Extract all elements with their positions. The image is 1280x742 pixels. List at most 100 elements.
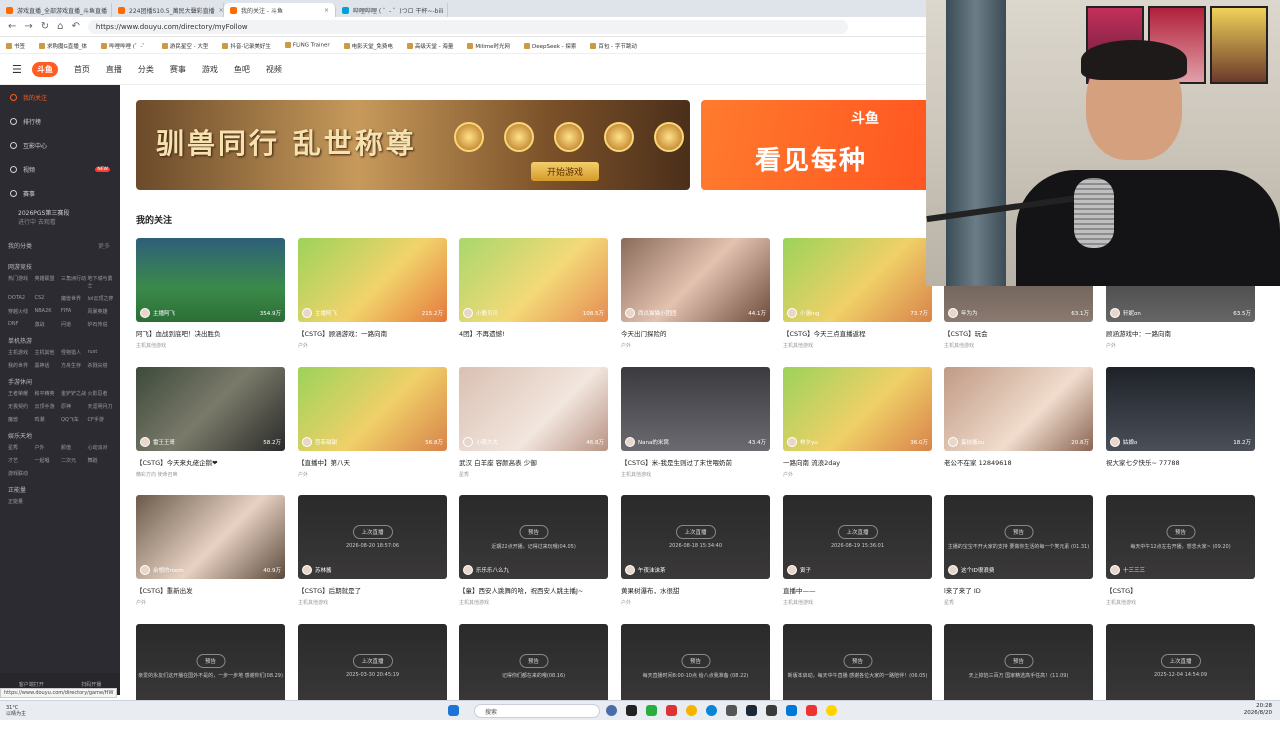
- stream-thumbnail[interactable]: 小鹿贝贝 108.5万: [459, 238, 608, 322]
- category-tag[interactable]: 地下城与勇士: [88, 275, 115, 289]
- bookmark-item[interactable]: 哔哩哔哩 (゜-゜: [101, 42, 148, 50]
- nav-video[interactable]: 视频: [266, 64, 282, 75]
- stream-card[interactable]: 蛋挞酱ou 20.8万 老公不在家 12849618: [944, 367, 1093, 485]
- category-tag[interactable]: CF手游: [88, 416, 115, 423]
- sidebar-item-rank[interactable]: 排行榜: [0, 109, 120, 133]
- stream-category[interactable]: 户外: [621, 342, 770, 349]
- stream-title[interactable]: 顾涵游戏中：一路向南: [1106, 328, 1255, 338]
- streamer-badge[interactable]: 小燕大大: [463, 437, 498, 447]
- category-tag[interactable]: 星秀: [8, 444, 35, 451]
- stream-card[interactable]: 上次直播 2025-03-30 20:45:19: [298, 624, 447, 742]
- stream-title[interactable]: 今天出门探险的: [621, 328, 770, 338]
- stream-thumbnail[interactable]: 余想的room 40.9万: [136, 495, 285, 579]
- stream-title[interactable]: 祝大家七夕快乐~ 77788: [1106, 457, 1255, 467]
- stream-card[interactable]: 预告 天上掉馅三百万 国家精选高手任高！(11.09): [944, 624, 1093, 742]
- close-icon[interactable]: ×: [324, 7, 329, 14]
- stream-card[interactable]: 预告 新版本启动，每天中午直播 感谢各位大家的一路陪伴！(06.05): [783, 624, 932, 742]
- edge-icon[interactable]: [706, 705, 717, 716]
- category-tag[interactable]: 我的世界: [8, 362, 35, 369]
- stream-card[interactable]: 预告 记得你们都在来的哦(08.16): [459, 624, 608, 742]
- promo-banner-game[interactable]: 驯兽同行 乱世称尊 开始游戏: [136, 100, 690, 190]
- stream-thumbnail[interactable]: 上次直播 2026-08-20 18:57:06 苏林酱: [298, 495, 447, 579]
- steam-icon[interactable]: [746, 705, 757, 716]
- stream-title[interactable]: 阿飞】血战到底吧！决出胜负: [136, 328, 285, 338]
- category-tag[interactable]: 热门游戏: [8, 275, 35, 289]
- category-tag[interactable]: 云顶手游: [35, 403, 62, 410]
- back-icon[interactable]: ←: [8, 21, 16, 32]
- bookmark-item[interactable]: 书签: [6, 42, 25, 50]
- stream-category[interactable]: 户外: [298, 342, 447, 349]
- category-tag[interactable]: 怪物猎人: [61, 349, 88, 356]
- stream-title[interactable]: 【CSTG】: [1106, 585, 1255, 595]
- stream-title[interactable]: 【CSTG】玩会: [944, 328, 1093, 338]
- stream-thumbnail[interactable]: 预告 主播的宝宝不开大家的支持 要做你生活的每一个笑元素 (01.31) 这个ID很…: [944, 495, 1093, 579]
- stream-card[interactable]: 余想的room 40.9万 【CSTG】重新出发 户外: [136, 495, 285, 613]
- stream-title[interactable]: 老公不在家 12849618: [944, 457, 1093, 467]
- category-tag[interactable]: NBA2K: [35, 308, 62, 315]
- stream-card[interactable]: 雷王王哥 58.2万 【CSTG】今天来丸佬企鹅❤ 精彩方向 使命召唤: [136, 367, 285, 485]
- category-tag[interactable]: 魔兽世界: [61, 295, 88, 302]
- nav-live[interactable]: 直播: [106, 64, 122, 75]
- stream-card[interactable]: 主播阿飞 215.2万 【CSTG】顾涵游戏：一路向南 户外: [298, 238, 447, 356]
- obs-icon[interactable]: [806, 705, 817, 716]
- category-tag[interactable]: 心动派对: [88, 444, 115, 451]
- close-icon[interactable]: ×: [447, 7, 448, 14]
- category-tag[interactable]: 穿越火线: [8, 308, 35, 315]
- nav-games[interactable]: 游戏: [202, 64, 218, 75]
- category-tag[interactable]: 鸣潮: [35, 416, 62, 423]
- taskbar-search[interactable]: 搜索: [474, 704, 600, 718]
- wechat-icon[interactable]: [646, 705, 657, 716]
- stream-title[interactable]: 武汉 白羊座 容颜高表 少御: [459, 457, 608, 467]
- stream-thumbnail[interactable]: Nana的米窝 43.4万: [621, 367, 770, 451]
- streamer-badge[interactable]: 余想的room: [140, 565, 184, 575]
- streamer-badge[interactable]: 这个ID很浪费: [948, 565, 994, 575]
- stream-card[interactable]: 预告 主播的宝宝不开大家的支持 要做你生活的每一个笑元素 (01.31) 这个ID很…: [944, 495, 1093, 613]
- stream-category[interactable]: 主机其他游戏: [298, 599, 447, 606]
- stream-thumbnail[interactable]: 主播阿飞 354.9万: [136, 238, 285, 322]
- stream-card[interactable]: 预告 每天直播时间8:00-10点 给八点我准备 (08.22): [621, 624, 770, 742]
- category-tag[interactable]: 正能量: [8, 498, 35, 505]
- stream-category[interactable]: 户外: [298, 471, 447, 478]
- stream-thumbnail[interactable]: 主播阿飞 215.2万: [298, 238, 447, 322]
- stream-thumbnail[interactable]: 芭菲甜甜 56.8万: [298, 367, 447, 451]
- category-tag[interactable]: CS2: [35, 295, 62, 302]
- start-game-button[interactable]: 开始游戏: [531, 162, 600, 181]
- streamer-badge[interactable]: 十三三三: [1110, 565, 1145, 575]
- stream-thumbnail[interactable]: 预告 新版本启动，每天中午直播 感谢各位大家的一路陪伴！(06.05): [783, 624, 932, 708]
- stream-thumbnail[interactable]: 上次直播 2026-08-18 15:34:40 午夜沫沫茶: [621, 495, 770, 579]
- windows-start-icon[interactable]: [448, 705, 459, 716]
- stream-title[interactable]: 【CSTG】今天来丸佬企鹅❤: [136, 457, 285, 467]
- stream-card[interactable]: 上次直播 2026-08-20 18:57:06 苏林酱 【CSTG】后期就是了 主机其…: [298, 495, 447, 613]
- category-tag[interactable]: 魔兽: [8, 416, 35, 423]
- site-logo[interactable]: 斗鱼: [31, 62, 58, 77]
- nav-fishbar[interactable]: 鱼吧: [234, 64, 250, 75]
- sidebar-item-events[interactable]: 赛事: [0, 181, 120, 205]
- streamer-badge[interactable]: 年为为: [948, 308, 978, 318]
- stream-card[interactable]: 姑娘o 18.2万 祝大家七夕快乐~ 77788: [1106, 367, 1255, 485]
- stream-card[interactable]: 小燕大大 46.8万 武汉 白羊座 容颜高表 少御 星秀: [459, 367, 608, 485]
- stream-thumbnail[interactable]: 上次直播 2026-08-19 15:36:01 寅子: [783, 495, 932, 579]
- app-icon[interactable]: [726, 705, 737, 716]
- reload-icon[interactable]: ↻: [41, 21, 49, 32]
- category-tag[interactable]: 原神: [61, 403, 88, 410]
- category-tag[interactable]: QQ飞车: [61, 416, 88, 423]
- app-icon[interactable]: [626, 705, 637, 716]
- category-tag[interactable]: rust: [88, 349, 115, 356]
- stream-thumbnail[interactable]: 预告 记得你们都在来的哦(08.16): [459, 624, 608, 708]
- app-icon[interactable]: [786, 705, 797, 716]
- category-tag[interactable]: DOTA2: [8, 295, 35, 302]
- app-icon[interactable]: [606, 705, 617, 716]
- stream-category[interactable]: 星秀: [459, 471, 608, 478]
- bookmark-item[interactable]: Milime时光网: [467, 42, 510, 50]
- stream-category[interactable]: 户外: [621, 599, 770, 606]
- stream-title[interactable]: 一路向南 流浪2day: [783, 457, 932, 467]
- category-tag[interactable]: 无畏契约: [8, 403, 35, 410]
- streamer-badge[interactable]: 蛋挞酱ou: [948, 437, 984, 447]
- stream-category[interactable]: 户外: [136, 599, 285, 606]
- stream-card[interactable]: 西瓜猫猫小团团 44.1万 今天出门探险的 户外: [621, 238, 770, 356]
- stream-thumbnail[interactable]: 上次直播 2025-03-30 20:45:19: [298, 624, 447, 708]
- stream-card[interactable]: 小涵ing 73.7万 【CSTG】今天三点直播返程 主机其他游戏: [783, 238, 932, 356]
- category-tag[interactable]: 才艺: [8, 457, 35, 464]
- category-tag[interactable]: 英雄联盟: [35, 275, 62, 289]
- streamer-badge[interactable]: 主播阿飞: [302, 308, 337, 318]
